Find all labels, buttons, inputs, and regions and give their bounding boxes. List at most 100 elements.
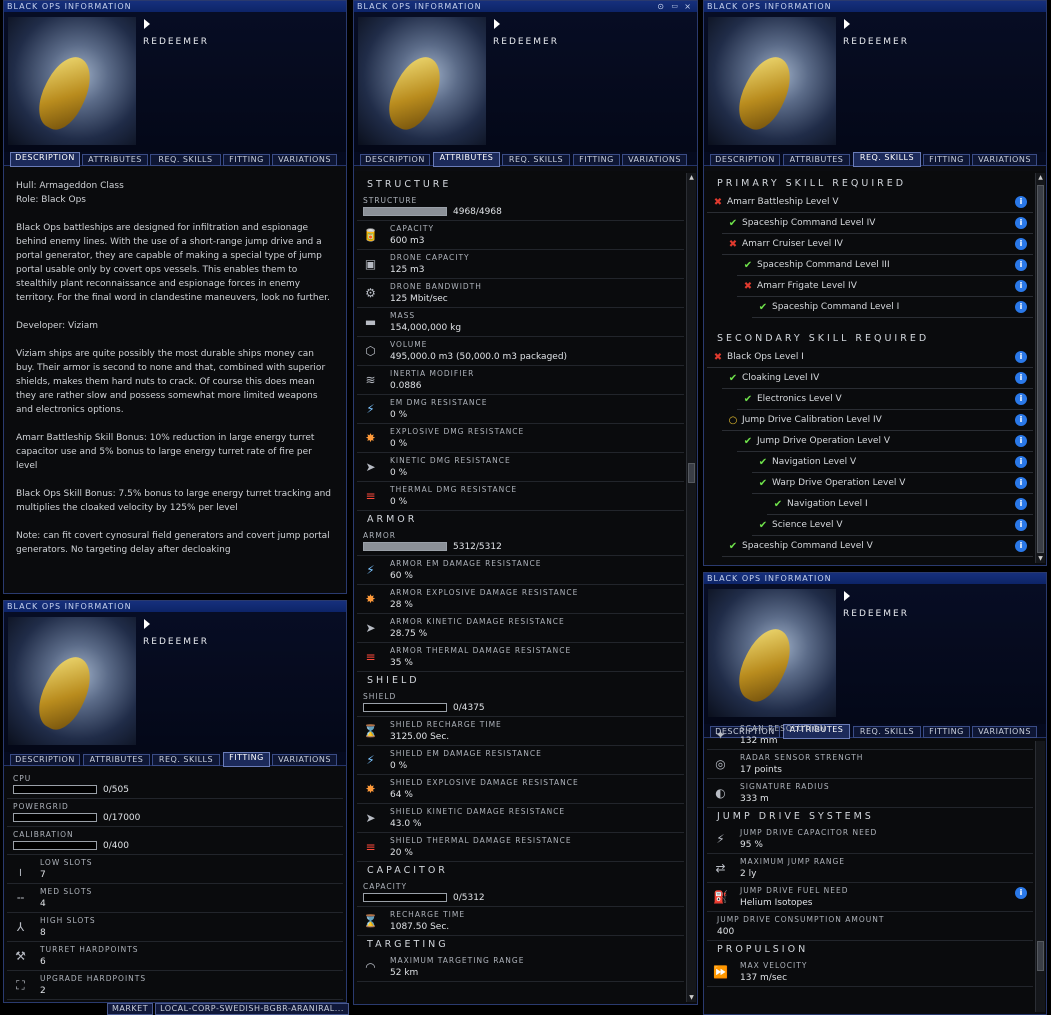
info-icon[interactable]: i (1015, 301, 1027, 313)
info-icon[interactable]: i (1015, 393, 1027, 405)
info-icon[interactable]: i (1015, 351, 1027, 363)
tab-req-skills[interactable]: REQ. SKILLS (502, 154, 570, 166)
missing-skill-icon: ✖ (713, 352, 723, 363)
expand-arrow-icon[interactable] (144, 619, 150, 629)
attribute-value: 0 % (390, 468, 408, 478)
scroll-down-icon[interactable]: ▼ (1036, 554, 1045, 563)
tab-req-skills[interactable]: REQ. SKILLS (150, 154, 221, 166)
expand-arrow-icon[interactable] (144, 19, 150, 29)
scrollbar[interactable]: ▲ ▼ (686, 173, 696, 1002)
skill-row[interactable]: ✔ Spaceship Command Level I i (752, 297, 1033, 318)
info-window-fitting[interactable]: BLACK OPS INFORMATION REDEEMER DESCRIPTI… (3, 600, 347, 1003)
info-icon[interactable]: i (1015, 196, 1027, 208)
scroll-down-icon[interactable]: ▼ (687, 993, 696, 1002)
attribute-row: ✸ ARMOR EXPLOSIVE DAMAGE RESISTANCE 28 % (357, 585, 684, 614)
skill-row[interactable]: ✖ Amarr Cruiser Level IV i (722, 234, 1033, 255)
tab-attributes[interactable]: ATTRIBUTES (82, 154, 148, 166)
skill-row[interactable]: ✔ Spaceship Command Level V i (722, 536, 1033, 557)
scroll-thumb[interactable] (1037, 941, 1044, 971)
skill-row[interactable]: ✔ Science Level V i (752, 515, 1033, 536)
drone-bandwidth-icon: ⚙ (365, 286, 376, 300)
tab-fitting[interactable]: FITTING (223, 154, 270, 166)
tab-description[interactable]: DESCRIPTION (10, 754, 80, 766)
skill-row[interactable]: ✔ Electronics Level V i (737, 389, 1033, 410)
scroll-thumb[interactable] (1037, 185, 1044, 553)
info-icon[interactable]: i (1015, 519, 1027, 531)
tab-description[interactable]: DESCRIPTION (360, 154, 430, 166)
skill-row[interactable]: ✔ Spaceship Command Level III i (737, 255, 1033, 276)
skill-row[interactable]: ✖ Amarr Battleship Level V i (707, 192, 1033, 213)
info-icon[interactable]: i (1015, 414, 1027, 426)
tab-variations[interactable]: VARIATIONS (272, 754, 337, 766)
info-window-skills[interactable]: BLACK OPS INFORMATION REDEEMER DESCRIPTI… (703, 0, 1047, 566)
window-title[interactable]: BLACK OPS INFORMATION (4, 1, 346, 12)
skill-row[interactable]: ✔ Warp Drive Operation Level V i (752, 473, 1033, 494)
tab-fitting[interactable]: FITTING (223, 752, 270, 767)
info-window-attributes[interactable]: BLACK OPS INFORMATION ⊙ ▭ × REDEEMER DES… (353, 0, 698, 1005)
gauge-bar (363, 207, 447, 216)
info-icon[interactable]: i (1015, 477, 1027, 489)
tab-fitting[interactable]: FITTING (573, 154, 620, 166)
window-title[interactable]: BLACK OPS INFORMATION (704, 573, 1046, 584)
window-title[interactable]: BLACK OPS INFORMATION (704, 1, 1046, 12)
skill-row[interactable]: ✔ Jump Drive Operation Level V i (737, 431, 1033, 452)
tab-description[interactable]: DESCRIPTION (10, 152, 80, 167)
info-icon[interactable]: i (1015, 498, 1027, 510)
close-icon[interactable]: × (684, 1, 692, 12)
skill-row[interactable]: ✖ Amarr Frigate Level IV i (737, 276, 1033, 297)
attribute-row: ▣ DRONE CAPACITY 125 m3 (357, 250, 684, 279)
tab-variations[interactable]: VARIATIONS (272, 154, 337, 166)
tab-attributes[interactable]: ATTRIBUTES (783, 154, 850, 166)
info-icon[interactable]: i (1015, 372, 1027, 384)
taskbar-item-chat[interactable]: LOCAL-CORP-SWEDISH-BGBR-ARANIRAL... (155, 1003, 349, 1015)
em-resist-icon: ⚡ (366, 753, 375, 767)
taskbar-item-market[interactable]: MARKET (107, 1003, 154, 1015)
ship-header: REDEEMER (4, 612, 346, 752)
attribute-label: MASS (390, 311, 416, 320)
attribute-label: ARMOR THERMAL DAMAGE RESISTANCE (390, 646, 572, 655)
tab-variations[interactable]: VARIATIONS (972, 154, 1037, 166)
tab-description[interactable]: DESCRIPTION (710, 154, 780, 166)
tab-variations[interactable]: VARIATIONS (622, 154, 687, 166)
section-heading: STRUCTURE (367, 179, 452, 190)
tab-req-skills[interactable]: REQ. SKILLS (853, 152, 921, 167)
minimize-icon[interactable]: ⊙ (657, 1, 665, 12)
window-title[interactable]: BLACK OPS INFORMATION (4, 601, 346, 612)
tab-attributes[interactable]: ATTRIBUTES (433, 152, 500, 167)
scroll-up-icon[interactable]: ▲ (1036, 173, 1045, 182)
window-title-bar[interactable]: BLACK OPS INFORMATION ⊙ ▭ × (354, 1, 697, 12)
scrollbar[interactable]: ▲ ▼ (1035, 173, 1045, 563)
gauge-row: CALIBRATION 0/400 (7, 827, 343, 855)
tab-attributes[interactable]: ATTRIBUTES (83, 754, 150, 766)
skill-row[interactable]: ○ Jump Drive Calibration Level IV i (722, 410, 1033, 431)
scroll-up-icon[interactable]: ▲ (687, 173, 696, 182)
missing-skill-icon: ✖ (743, 281, 753, 292)
tab-fitting[interactable]: FITTING (923, 154, 970, 166)
expand-arrow-icon[interactable] (494, 19, 500, 29)
expand-arrow-icon[interactable] (844, 591, 850, 601)
ship-name: REDEEMER (143, 37, 209, 47)
attribute-row: ⚒ TURRET HARDPOINTS 6 (7, 942, 343, 971)
scroll-thumb[interactable] (688, 463, 695, 483)
scrollbar[interactable] (1035, 741, 1045, 1012)
expand-arrow-icon[interactable] (844, 19, 850, 29)
info-window-attributes-2[interactable]: BLACK OPS INFORMATION REDEEMER DESCRIPTI… (703, 572, 1047, 1015)
info-icon[interactable]: i (1015, 456, 1027, 468)
skill-row[interactable]: ✖ Black Ops Level I i (707, 347, 1033, 368)
skill-row[interactable]: ✔ Cloaking Level IV i (722, 368, 1033, 389)
attribute-label: EXPLOSIVE DMG RESISTANCE (390, 427, 525, 436)
info-icon[interactable]: i (1015, 280, 1027, 292)
info-icon[interactable]: i (1015, 887, 1027, 899)
info-icon[interactable]: i (1015, 238, 1027, 250)
info-window-description[interactable]: BLACK OPS INFORMATION REDEEMER DESCRIPTI… (3, 0, 347, 594)
tab-req-skills[interactable]: REQ. SKILLS (152, 754, 220, 766)
info-icon[interactable]: i (1015, 217, 1027, 229)
info-icon[interactable]: i (1015, 259, 1027, 271)
skill-row[interactable]: ✔ Spaceship Command Level IV i (722, 213, 1033, 234)
skill-row[interactable]: ✔ Navigation Level I i (767, 494, 1033, 515)
pin-icon[interactable]: ▭ (671, 1, 679, 12)
thermal-resist-icon: ≡ (365, 489, 376, 503)
info-icon[interactable]: i (1015, 435, 1027, 447)
skill-row[interactable]: ✔ Navigation Level V i (752, 452, 1033, 473)
info-icon[interactable]: i (1015, 540, 1027, 552)
